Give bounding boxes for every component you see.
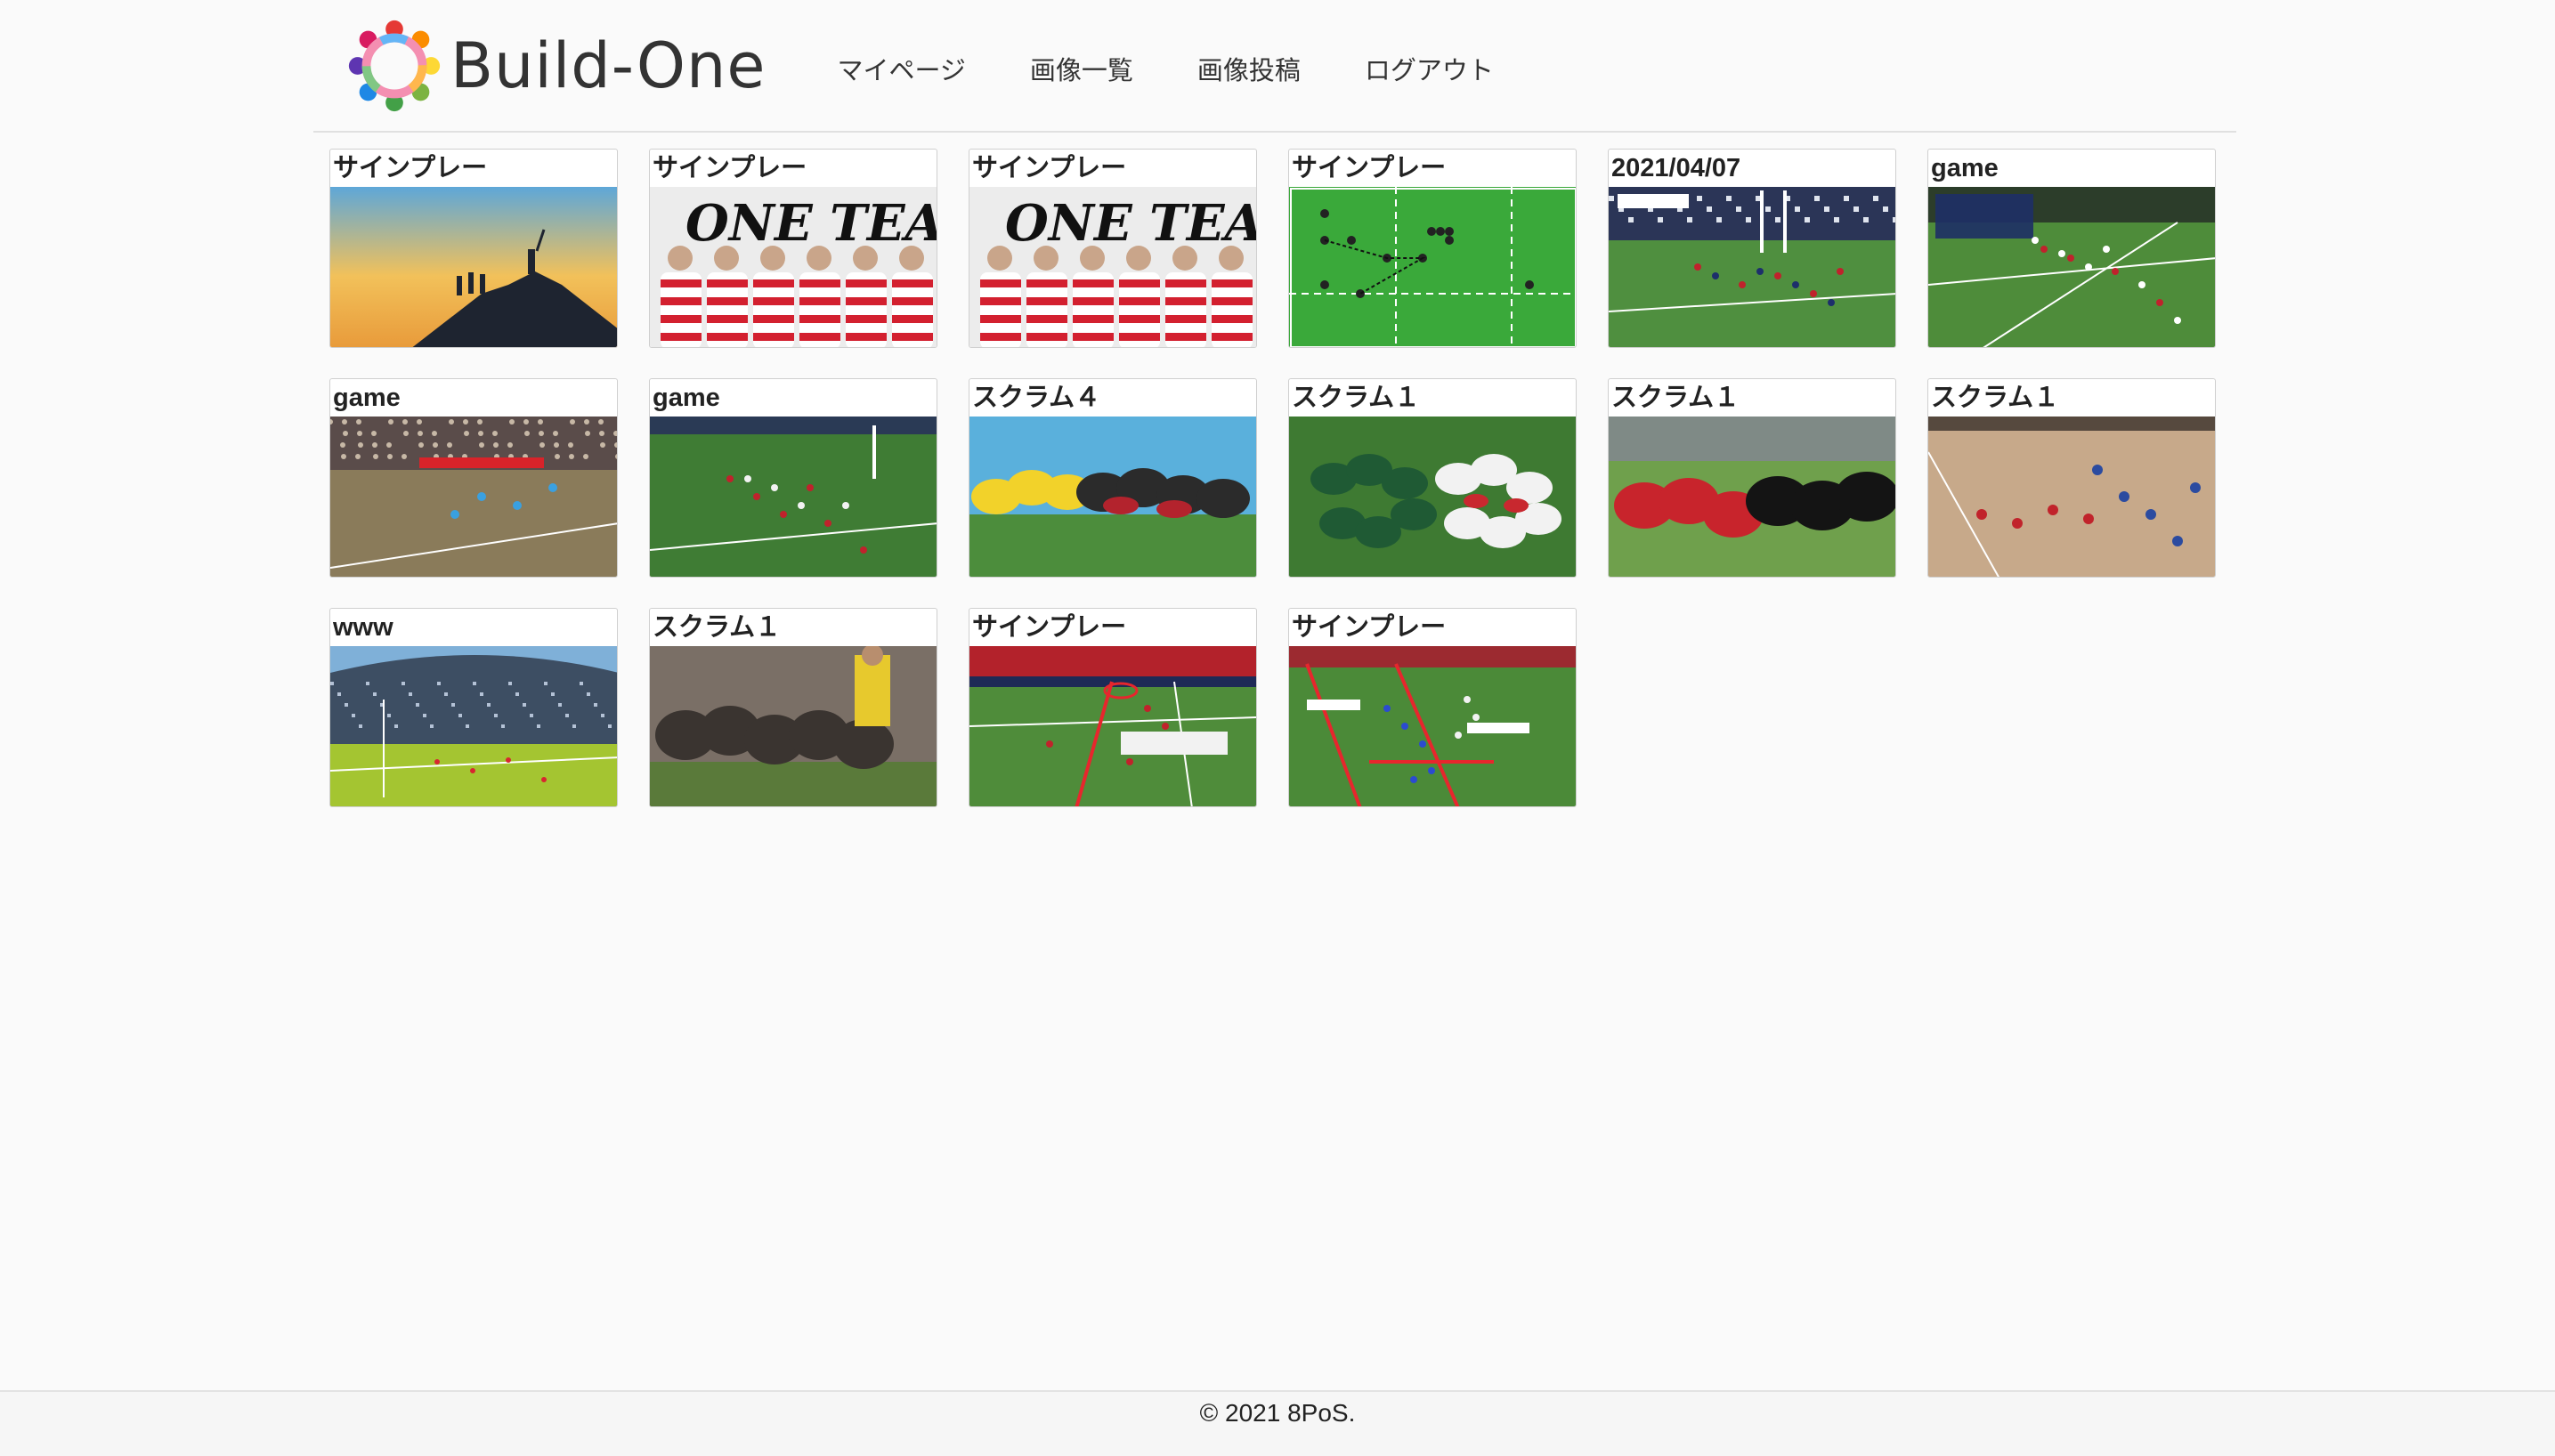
image-card[interactable]: スクラム１	[1927, 378, 2216, 578]
image-thumbnail-offside-line-annotated[interactable]	[969, 646, 1257, 807]
image-card-title: スクラム１	[653, 613, 782, 642]
image-card-title: スクラム１	[1292, 384, 1421, 412]
image-card[interactable]: game	[649, 378, 937, 578]
image-thumbnail-wide-stadium[interactable]	[330, 646, 618, 807]
image-card-title: サインプレー	[653, 154, 807, 182]
nav-image-list[interactable]: 画像一覧	[1030, 50, 1133, 87]
image-card[interactable]: game	[1927, 149, 2216, 348]
image-card-title: サインプレー	[1292, 154, 1447, 182]
main-nav: マイページ 画像一覧 画像投稿 ログアウト	[837, 50, 1557, 87]
image-card[interactable]: サインプレー ONE TEAM	[649, 149, 937, 348]
image-card[interactable]: game	[329, 378, 618, 578]
image-thumbnail-crowd-backline[interactable]	[330, 417, 618, 578]
image-card-title: game	[1931, 154, 1999, 182]
image-card[interactable]: 2021/04/07	[1608, 149, 1896, 348]
image-card-title: サインプレー	[1292, 613, 1447, 642]
image-card-title: game	[333, 384, 401, 412]
image-thumbnail-scrum-top-view[interactable]	[1289, 417, 1577, 578]
nav-my-page[interactable]: マイページ	[837, 50, 965, 87]
image-thumbnail-penalty-line-annotated[interactable]	[1289, 646, 1577, 807]
image-thumbnail-one-team-poster[interactable]: ONE TEAM	[969, 187, 1257, 348]
image-card[interactable]: www	[329, 608, 618, 807]
image-card[interactable]: スクラム４	[969, 378, 1257, 578]
image-card[interactable]: サインプレー	[1288, 149, 1577, 348]
image-thumbnail-sunset-summit[interactable]	[330, 187, 618, 348]
site-footer: © 2021 8PoS.	[0, 1390, 2555, 1456]
logo-ring-icon	[348, 20, 441, 111]
image-card[interactable]: スクラム１	[1608, 378, 1896, 578]
image-card[interactable]: スクラム１	[1288, 378, 1577, 578]
nav-image-post[interactable]: 画像投稿	[1197, 50, 1301, 87]
image-card[interactable]: サインプレー	[329, 149, 618, 348]
image-card[interactable]: サインプレー ONE TEAM	[969, 149, 1257, 348]
image-thumbnail-dirt-field-play[interactable]	[1928, 417, 2216, 578]
image-card-title: スクラム１	[1611, 384, 1740, 412]
svg-text:ONE TEAM: ONE TEAM	[685, 194, 937, 253]
logo-text: Build-One	[450, 28, 766, 102]
image-thumbnail-one-team-poster[interactable]: ONE TEAM	[650, 187, 937, 348]
image-card-title: 2021/04/07	[1611, 154, 1741, 182]
image-thumbnail-set-play-diagram[interactable]	[1289, 187, 1577, 348]
svg-text:ONE TEAM: ONE TEAM	[1005, 194, 1257, 253]
image-thumbnail-muddy-scrum[interactable]	[650, 646, 937, 807]
image-thumbnail-scrum-close[interactable]	[1609, 417, 1896, 578]
image-card-title: サインプレー	[972, 613, 1127, 642]
copyright-text: © 2021 8PoS.	[1199, 1399, 1356, 1427]
image-card-title: サインプレー	[333, 154, 488, 182]
image-card[interactable]: サインプレー	[969, 608, 1257, 807]
image-card[interactable]: スクラム１	[649, 608, 937, 807]
image-card[interactable]: サインプレー	[1288, 608, 1577, 807]
nav-logout[interactable]: ログアウト	[1365, 50, 1494, 87]
site-header: Build-One マイページ 画像一覧 画像投稿 ログアウト	[313, 0, 2236, 133]
image-thumbnail-scrum-blue-stands[interactable]	[969, 417, 1257, 578]
image-thumbnail-stadium-broadcast[interactable]	[1609, 187, 1896, 348]
image-grid: サインプレー サインプレー ONE TEAM サインプレー ONE TEAM サ…	[329, 149, 2236, 807]
site-logo[interactable]: Build-One	[342, 13, 766, 118]
image-card-title: www	[333, 613, 393, 642]
image-card-title: サインプレー	[972, 154, 1127, 182]
image-thumbnail-pitch-broadcast-overlay[interactable]	[1928, 187, 2216, 348]
image-card-title: game	[653, 384, 720, 412]
image-thumbnail-pitch-broadcast[interactable]	[650, 417, 937, 578]
image-card-title: スクラム４	[972, 384, 1101, 412]
image-card-title: スクラム１	[1931, 384, 2060, 412]
